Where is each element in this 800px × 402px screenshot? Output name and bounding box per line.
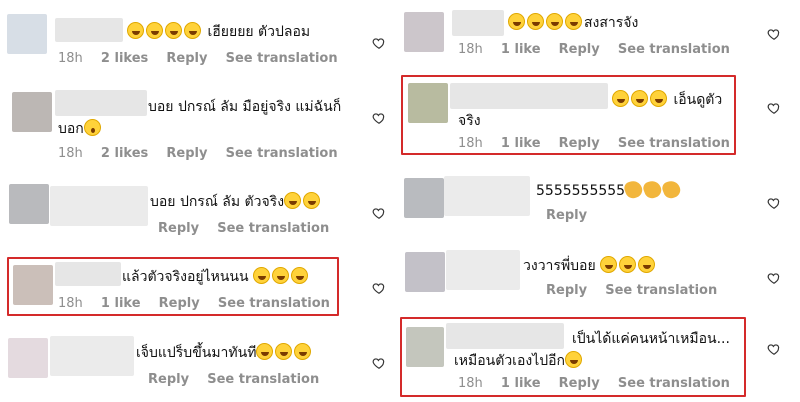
see-translation-link[interactable]: See translation (226, 146, 338, 161)
laugh-emoji-icon (165, 22, 182, 39)
comment-meta: Reply See translation (158, 221, 343, 236)
comment-body: เฮียยยย ตัวปลอม (207, 24, 311, 40)
laugh-emoji-icon (619, 256, 637, 273)
avatar[interactable] (404, 12, 444, 52)
like-heart-icon[interactable] (767, 342, 781, 356)
comment-text: เจ็บแปร็บขึ้นมาทันที (136, 342, 313, 364)
username-blurred[interactable] (444, 176, 530, 216)
username-blurred[interactable] (55, 18, 123, 42)
laugh-emoji-icon (184, 22, 201, 39)
avatar[interactable] (7, 14, 47, 54)
laugh-emoji-icon (565, 13, 582, 30)
see-translation-link[interactable]: See translation (226, 51, 338, 66)
wow-emoji-icon (83, 119, 101, 136)
like-heart-icon[interactable] (372, 281, 386, 295)
like-heart-icon[interactable] (767, 27, 781, 41)
laugh-emoji-icon (146, 22, 163, 39)
comment-text: บอย ปกรณ์ ลัม มือยู่จริง แม่ฉันก็ (148, 96, 341, 118)
reply-button[interactable]: Reply (166, 146, 207, 161)
comment-text: เฮียยยย ตัวปลอม (127, 21, 310, 43)
like-heart-icon[interactable] (767, 101, 781, 115)
comment-body: บอย ปกรณ์ ลัม ตัวจริง (150, 194, 285, 210)
like-heart-icon[interactable] (372, 356, 386, 370)
comment-body: สงสารจัง (584, 15, 639, 31)
comment-body: บอก (58, 121, 84, 137)
username-blurred[interactable] (55, 90, 147, 116)
highlight-box (401, 75, 736, 155)
highlight-box (400, 317, 746, 397)
highlight-box (7, 257, 339, 316)
reply-button[interactable]: Reply (546, 283, 587, 298)
comment-body: บอย ปกรณ์ ลัม มือยู่จริง แม่ฉันก็ (148, 99, 342, 115)
see-translation-link[interactable]: See translation (605, 283, 717, 298)
likes-count[interactable]: 2 likes (101, 146, 148, 161)
comment-meta: 18h 2 likes Reply See translation (58, 146, 352, 161)
username-blurred[interactable] (50, 336, 134, 376)
comment-text-continued: บอก (58, 118, 101, 140)
comment-meta: Reply See translation (546, 283, 731, 298)
laugh-emoji-icon (508, 13, 525, 30)
laugh-emoji-icon (127, 22, 144, 39)
comment-body: เจ็บแปร็บขึ้นมาทันที (136, 345, 257, 361)
likes-count[interactable]: 1 like (501, 42, 541, 57)
like-heart-icon[interactable] (767, 196, 781, 210)
reply-button[interactable]: Reply (559, 42, 600, 57)
laugh-emoji-icon (256, 343, 274, 360)
laugh-emoji-icon (527, 13, 544, 30)
avatar[interactable] (405, 252, 445, 292)
laugh-emoji-icon (546, 13, 563, 30)
reply-button[interactable]: Reply (158, 221, 199, 236)
timestamp: 18h (58, 51, 83, 66)
comment-text: สงสารจัง (508, 12, 638, 34)
laugh-emoji-icon (275, 343, 293, 360)
like-heart-icon[interactable] (372, 206, 386, 220)
see-translation-link[interactable]: See translation (207, 372, 319, 387)
comment-meta: 18h 1 like Reply See translation (458, 42, 744, 57)
username-blurred[interactable] (446, 250, 520, 290)
laugh-emoji-icon (284, 192, 302, 209)
laugh-emoji-icon (638, 256, 656, 273)
username-blurred[interactable] (452, 10, 504, 36)
comment-meta: Reply See translation (148, 372, 333, 387)
like-heart-icon[interactable] (767, 271, 781, 285)
see-translation-link[interactable]: See translation (618, 42, 730, 57)
comment-body: 5555555555 (536, 183, 626, 199)
avatar[interactable] (12, 92, 52, 132)
reply-button[interactable]: Reply (148, 372, 189, 387)
avatar[interactable] (9, 184, 49, 224)
timestamp: 18h (458, 42, 483, 57)
laugh-emoji-icon (294, 343, 312, 360)
laugh-emoji-icon (600, 256, 618, 273)
clap-emoji-icon (622, 178, 645, 201)
username-blurred[interactable] (50, 186, 148, 226)
comment-meta: 18h 2 likes Reply See translation (58, 51, 352, 66)
reply-button[interactable]: Reply (166, 51, 207, 66)
reply-button[interactable]: Reply (546, 208, 587, 223)
comment-meta: Reply (546, 208, 601, 223)
timestamp: 18h (58, 146, 83, 161)
likes-count[interactable]: 2 likes (101, 51, 148, 66)
laugh-emoji-icon (303, 192, 321, 209)
clap-emoji-icon (660, 178, 683, 201)
comment-text: วงวารพี่บอย (523, 255, 657, 277)
comment-text: 5555555555 (536, 178, 683, 202)
see-translation-link[interactable]: See translation (217, 221, 329, 236)
clap-emoji-icon (641, 178, 664, 201)
like-heart-icon[interactable] (372, 111, 386, 125)
like-heart-icon[interactable] (372, 36, 386, 50)
avatar[interactable] (8, 338, 48, 378)
avatar[interactable] (404, 178, 444, 218)
comment-body: วงวารพี่บอย (523, 258, 601, 274)
comment-text: บอย ปกรณ์ ลัม ตัวจริง (150, 191, 322, 213)
